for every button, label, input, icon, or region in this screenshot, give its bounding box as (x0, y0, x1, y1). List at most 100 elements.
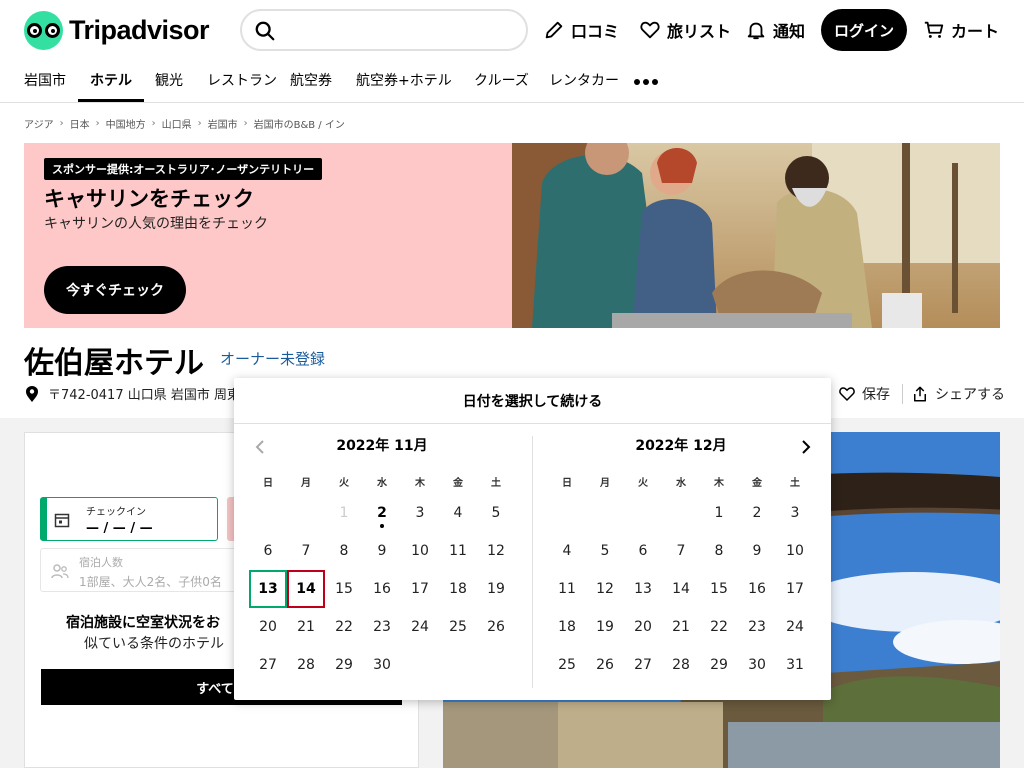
calendar-day[interactable]: 16 (363, 570, 401, 608)
calendar-day[interactable]: 29 (325, 646, 363, 684)
weekday-header: 土 (491, 478, 501, 489)
calendar-day[interactable]: 28 (662, 646, 700, 684)
save-button[interactable]: 保存 (838, 384, 890, 404)
alerts-link[interactable]: 通知 (745, 9, 805, 51)
owner-unregistered-link[interactable]: オーナー未登録 (220, 348, 325, 369)
breadcrumb-current[interactable]: 岩国市のB&B / イン (254, 116, 345, 131)
calendar-day[interactable]: 22 (325, 608, 363, 646)
trips-link[interactable]: 旅リスト (639, 9, 731, 51)
calendar-day[interactable]: 5 (477, 494, 515, 532)
calendar-day[interactable]: 14 (662, 570, 700, 608)
calendar-day[interactable]: 2 (738, 494, 776, 532)
calendar-day[interactable]: 19 (477, 570, 515, 608)
breadcrumb-item[interactable]: 中国地方 (106, 116, 146, 131)
calendar-day[interactable]: 21 (662, 608, 700, 646)
weekday-header: 金 (752, 478, 762, 489)
ad-cta-button[interactable]: 今すぐチェック (44, 266, 186, 314)
ad-title: キャサリンをチェック (44, 187, 254, 211)
calendar-day-checkout[interactable]: 14 (287, 570, 325, 608)
calendar-day[interactable]: 19 (586, 608, 624, 646)
nav-item-sightseeing[interactable]: 観光 (155, 62, 183, 102)
nav-item-flights[interactable]: 航空券 (290, 62, 332, 102)
hotel-address[interactable]: 〒742-0417 山口県 岩国市 周東 (24, 384, 240, 403)
calendar-day[interactable]: 11 (439, 532, 477, 570)
calendar-day[interactable]: 5 (586, 532, 624, 570)
breadcrumb-item[interactable]: 日本 (70, 116, 90, 131)
nav-item-restaurants[interactable]: レストラン (207, 62, 277, 102)
breadcrumb: アジア › 日本 › 中国地方 › 山口県 › 岩国市 › 岩国市のB&B / イン (24, 116, 345, 131)
date-picker-popup: 日付を選択して続ける 2022年 11月 日月火水木金土 1 2 3 4 5 6 7 8 9 10 1… (234, 378, 831, 700)
calendar-day[interactable]: 24 (776, 608, 814, 646)
calendar-day[interactable]: 15 (700, 570, 738, 608)
calendar-day[interactable]: 10 (401, 532, 439, 570)
calendar-day[interactable]: 9 (738, 532, 776, 570)
calendar-day[interactable]: 31 (776, 646, 814, 684)
calendar-day[interactable]: 27 (249, 646, 287, 684)
heart-icon (640, 21, 660, 39)
calendar-day[interactable]: 22 (700, 608, 738, 646)
calendar-day[interactable]: 17 (401, 570, 439, 608)
calendar-day[interactable]: 20 (624, 608, 662, 646)
calendar-day[interactable]: 28 (287, 646, 325, 684)
calendar-day[interactable]: 16 (738, 570, 776, 608)
calendar-day[interactable]: 4 (439, 494, 477, 532)
calendar-day[interactable]: 21 (287, 608, 325, 646)
nav-item-rental-car[interactable]: レンタカー (549, 62, 619, 102)
calendar-day[interactable]: 7 (662, 532, 700, 570)
calendar-day[interactable]: 8 (700, 532, 738, 570)
share-button[interactable]: シェアする (911, 384, 1005, 404)
nav-item-city[interactable]: 岩国市 (24, 62, 66, 102)
weekday-header: 水 (377, 478, 387, 489)
calendar-day[interactable]: 3 (776, 494, 814, 532)
calendar-day[interactable]: 1 (700, 494, 738, 532)
calendar-day-checkin[interactable]: 13 (249, 570, 287, 608)
calendar-day[interactable]: 3 (401, 494, 439, 532)
calendar-day[interactable]: 24 (401, 608, 439, 646)
calendar-day[interactable]: 4 (548, 532, 586, 570)
calendar-day[interactable]: 12 (586, 570, 624, 608)
ad-banner[interactable]: スポンサー提供:オーストラリア･ノーザンテリトリー キャサリンをチェック キャサ… (24, 143, 1000, 328)
calendar-day[interactable]: 30 (738, 646, 776, 684)
search-box[interactable] (240, 9, 528, 51)
calendar-day[interactable]: 6 (624, 532, 662, 570)
sponsor-tag: スポンサー提供:オーストラリア･ノーザンテリトリー (44, 158, 323, 180)
breadcrumb-item[interactable]: アジア (24, 116, 54, 131)
nav-item-cruises[interactable]: クルーズ (474, 62, 529, 102)
calendar-day[interactable]: 12 (477, 532, 515, 570)
breadcrumb-item[interactable]: 岩国市 (208, 116, 238, 131)
calendar-day[interactable]: 25 (439, 608, 477, 646)
calendar-day[interactable]: 11 (548, 570, 586, 608)
calendar-day[interactable]: 10 (776, 532, 814, 570)
more-menu-icon[interactable] (634, 79, 658, 85)
calendar-day[interactable]: 26 (477, 608, 515, 646)
calendar-day[interactable]: 13 (624, 570, 662, 608)
calendar-day[interactable]: 20 (249, 608, 287, 646)
calendar-day-today[interactable]: 2 (363, 494, 401, 532)
login-button[interactable]: ログイン (821, 9, 907, 51)
calendar-day[interactable]: 30 (363, 646, 401, 684)
calendar-day[interactable]: 27 (624, 646, 662, 684)
checkin-field[interactable]: チェックイン — / — / — (40, 497, 218, 541)
calendar-day[interactable]: 17 (776, 570, 814, 608)
heart-icon (839, 387, 855, 402)
calendar-day[interactable]: 7 (287, 532, 325, 570)
calendar-day[interactable]: 23 (363, 608, 401, 646)
calendar-day[interactable]: 18 (439, 570, 477, 608)
nav-item-hotels[interactable]: ホテル (78, 62, 144, 102)
calendar-day[interactable]: 9 (363, 532, 401, 570)
calendar-day[interactable]: 18 (548, 608, 586, 646)
calendar-day[interactable]: 25 (548, 646, 586, 684)
calendar-day[interactable]: 23 (738, 608, 776, 646)
calendar-day[interactable]: 8 (325, 532, 363, 570)
cart-link[interactable]: カート (923, 9, 999, 51)
calendar-day[interactable]: 15 (325, 570, 363, 608)
guests-field[interactable]: 宿泊人数 1部屋、大人2名、子供0名 (40, 548, 240, 592)
review-link[interactable]: 口コミ (543, 9, 619, 51)
calendar-day[interactable]: 26 (586, 646, 624, 684)
breadcrumb-item[interactable]: 山口県 (162, 116, 192, 131)
calendar-day[interactable]: 29 (700, 646, 738, 684)
calendar-day[interactable]: 6 (249, 532, 287, 570)
nav-item-flight-hotel[interactable]: 航空券+ホテル (356, 62, 452, 102)
search-input[interactable] (286, 17, 516, 43)
tripadvisor-logo[interactable]: Tripadvisor (24, 11, 210, 50)
